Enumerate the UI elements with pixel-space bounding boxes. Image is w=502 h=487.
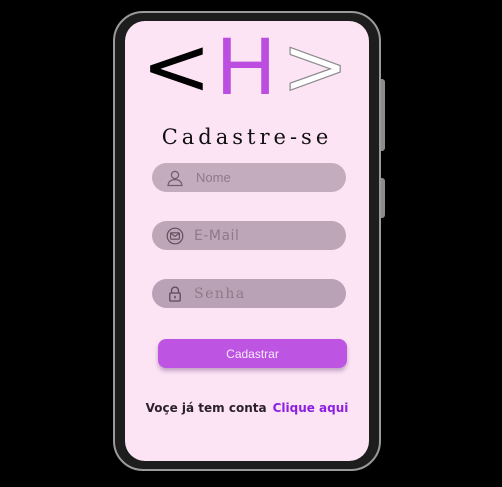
password-field[interactable] (152, 279, 346, 308)
email-icon (166, 227, 184, 245)
logo-letter: H (216, 21, 278, 112)
login-question: Voçe já tem conta (145, 401, 267, 415)
logo: <H> (125, 21, 369, 113)
logo-left-bracket: < (141, 21, 215, 113)
email-field[interactable] (152, 221, 346, 250)
logo-right-bracket: > (281, 21, 351, 113)
phone-frame: <H> Cadastre-se C (113, 11, 385, 471)
name-input[interactable] (196, 163, 336, 192)
user-icon (167, 170, 183, 187)
name-field[interactable] (152, 163, 346, 192)
login-link[interactable]: Clique aqui (273, 401, 349, 415)
phone-screen: <H> Cadastre-se C (125, 21, 369, 461)
volume-button (381, 79, 385, 151)
password-input[interactable] (194, 279, 334, 308)
login-prompt: Voçe já tem conta Clique aqui (125, 401, 369, 415)
register-button[interactable]: Cadastrar (158, 339, 347, 368)
page-title: Cadastre-se (161, 125, 333, 149)
email-input[interactable] (194, 221, 334, 250)
power-button (381, 178, 385, 218)
lock-icon (169, 286, 181, 302)
